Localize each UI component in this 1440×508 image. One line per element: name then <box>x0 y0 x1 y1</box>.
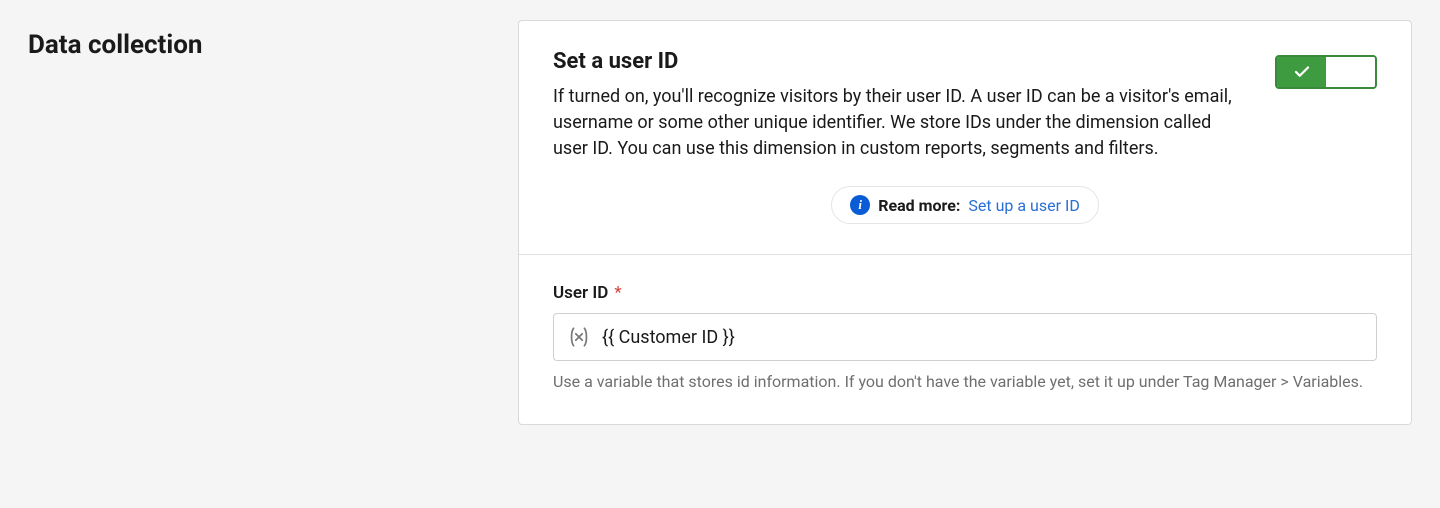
user-id-input-wrapper[interactable] <box>553 313 1377 361</box>
variable-icon <box>566 324 592 350</box>
info-icon: i <box>850 195 870 215</box>
section-title: Data collection <box>28 30 498 60</box>
check-icon <box>1293 63 1311 81</box>
toggle-off-state <box>1326 57 1375 87</box>
user-id-field-section: User ID * Use a variable that stores id … <box>519 254 1411 423</box>
read-more-label: Read more: <box>878 196 960 215</box>
set-user-id-section: Set a user ID If turned on, you'll recog… <box>519 21 1411 254</box>
read-more-link[interactable]: Set up a user ID <box>968 196 1079 215</box>
settings-panel: Set a user ID If turned on, you'll recog… <box>518 20 1412 425</box>
user-id-help-text: Use a variable that stores id informatio… <box>553 371 1377 393</box>
required-indicator: * <box>614 283 621 303</box>
toggle-on-state <box>1277 57 1326 87</box>
user-id-input[interactable] <box>602 327 1364 348</box>
set-user-id-toggle[interactable] <box>1275 55 1377 89</box>
user-id-label: User ID <box>553 283 608 303</box>
set-user-id-description: If turned on, you'll recognize visitors … <box>553 84 1243 162</box>
read-more-pill: i Read more: Set up a user ID <box>831 186 1099 224</box>
set-user-id-title: Set a user ID <box>553 49 1243 74</box>
section-header: Data collection <box>28 20 498 425</box>
